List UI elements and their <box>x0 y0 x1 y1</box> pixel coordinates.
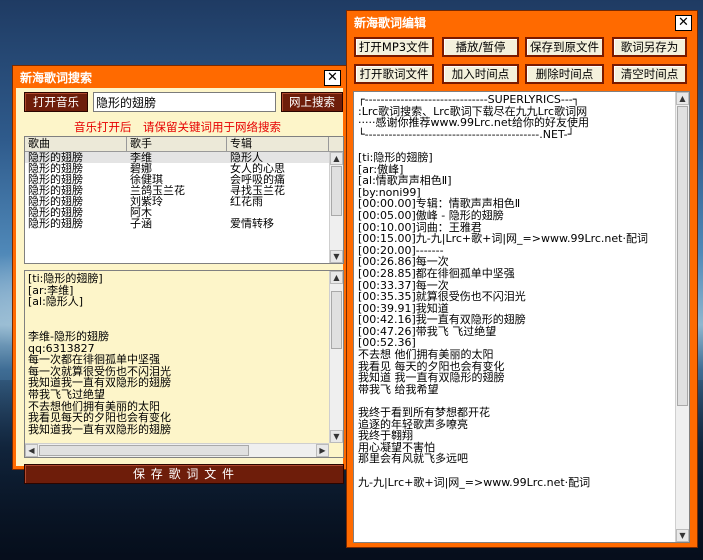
search-window-title: 新海歌词搜索 <box>20 71 93 85</box>
save-lyrics-button[interactable]: 保 存 歌 词 文 件 <box>24 464 344 484</box>
lyrics-editor-window: 新海歌词编辑 ✕ 打开MP3文件 播放/暂停 保存到原文件 歌词另存为 打开歌词… <box>346 10 698 548</box>
scroll-right-arrow-icon[interactable]: ▶ <box>316 444 329 457</box>
table-row[interactable]: 隐形的翅膀 李维 隐形人 <box>25 152 343 163</box>
column-header-artist[interactable]: 歌手 <box>127 137 227 151</box>
cell-song: 隐形的翅膀 <box>28 218 83 229</box>
cell-song: 隐形的翅膀 <box>28 174 83 185</box>
scroll-left-arrow-icon[interactable]: ◀ <box>25 444 38 457</box>
table-row[interactable]: 隐形的翅膀 徐健琪 会呼吸的痛 <box>25 174 343 185</box>
editor-window-titlebar: 新海歌词编辑 ✕ <box>350 14 694 33</box>
cell-song: 隐形的翅膀 <box>28 196 83 207</box>
table-vertical-scrollbar[interactable]: ▲ ▼ <box>329 152 343 263</box>
scroll-thumb[interactable] <box>677 106 688 406</box>
column-header-album[interactable]: 专辑 <box>227 137 329 151</box>
search-hint: 音乐打开后 请保留关键词用于网络搜索 <box>74 120 281 134</box>
cell-artist: 刘紫玲 <box>130 196 163 207</box>
table-row[interactable]: 隐形的翅膀 刘紫玲 红花雨 <box>25 196 343 207</box>
table-row[interactable]: 隐形的翅膀 阿木 <box>25 207 343 218</box>
cell-artist: 兰鸽玉兰花 <box>130 185 185 196</box>
open-lyrics-button[interactable]: 打开歌词文件 <box>354 64 434 84</box>
editor-vertical-scrollbar[interactable]: ▲ ▼ <box>675 92 689 542</box>
scroll-thumb[interactable] <box>331 291 342 349</box>
cell-song: 隐形的翅膀 <box>28 207 83 218</box>
save-to-original-button[interactable]: 保存到原文件 <box>525 37 604 57</box>
cell-artist: 李维 <box>130 152 152 163</box>
lyrics-search-window: 新海歌词搜索 ✕ 打开音乐 网上搜索 音乐打开后 请保留关键词用于网络搜索 歌曲… <box>12 65 347 484</box>
scroll-up-arrow-icon[interactable]: ▲ <box>676 92 689 105</box>
table-row[interactable]: 隐形的翅膀 兰鸽玉兰花 寻找玉兰花 <box>25 185 343 196</box>
cell-album <box>227 207 329 218</box>
delete-timestamp-button[interactable]: 删除时间点 <box>525 64 604 84</box>
cell-song: 隐形的翅膀 <box>28 163 83 174</box>
add-timestamp-button[interactable]: 加入时间点 <box>442 64 519 84</box>
preview-horizontal-scrollbar[interactable]: ◀ ▶ <box>25 443 329 457</box>
results-table: 歌曲 歌手 专辑 隐形的翅膀 李维 隐形人 隐形的翅膀 碧娜 女人的心思 隐形的翅膀 徐健琪会… <box>24 136 344 264</box>
table-row[interactable]: 隐形的翅膀 碧娜 女人的心思 <box>25 163 343 174</box>
search-window-body: 打开音乐 网上搜索 音乐打开后 请保留关键词用于网络搜索 歌曲 歌手 专辑 隐形… <box>16 88 344 484</box>
cell-song: 隐形的翅膀 <box>28 185 83 196</box>
scroll-down-arrow-icon[interactable]: ▼ <box>330 250 343 263</box>
scroll-up-arrow-icon[interactable]: ▲ <box>330 152 343 165</box>
lyrics-preview-text: [ti:隐形的翅膀] [ar:李维] [al:隐形人] 李维-隐形的翅膀 qq:… <box>28 272 171 436</box>
web-search-button[interactable]: 网上搜索 <box>281 92 343 112</box>
cell-album: 女人的心思 <box>230 163 285 174</box>
table-row[interactable]: 隐形的翅膀 子涵 爱情转移 <box>25 218 343 229</box>
editor-window-title: 新海歌词编辑 <box>354 16 427 30</box>
cell-artist: 徐健琪 <box>130 174 163 185</box>
scroll-thumb[interactable] <box>39 445 249 456</box>
cell-artist: 子涵 <box>130 218 152 229</box>
scroll-down-arrow-icon[interactable]: ▼ <box>330 430 343 443</box>
scroll-up-arrow-icon[interactable]: ▲ <box>330 271 343 284</box>
cell-album: 寻找玉兰花 <box>230 185 285 196</box>
table-body: 隐形的翅膀 李维 隐形人 隐形的翅膀 碧娜 女人的心思 隐形的翅膀 徐健琪 会呼吸的痛 隐形的翅膀… <box>25 152 343 229</box>
lyrics-editor[interactable]: ┌-------------------------------SUPERLYR… <box>353 91 690 543</box>
preview-vertical-scrollbar[interactable]: ▲ ▼ <box>329 271 343 443</box>
column-header-song[interactable]: 歌曲 <box>25 137 127 151</box>
clear-timestamps-button[interactable]: 清空时间点 <box>612 64 687 84</box>
lyrics-editor-text: ┌-------------------------------SUPERLYR… <box>358 93 648 489</box>
editor-window-body: 打开MP3文件 播放/暂停 保存到原文件 歌词另存为 打开歌词文件 加入时间点 … <box>350 33 694 544</box>
scroll-down-arrow-icon[interactable]: ▼ <box>676 529 689 542</box>
cell-album: 爱情转移 <box>230 218 274 229</box>
cell-artist: 阿木 <box>130 207 152 218</box>
cell-album: 会呼吸的痛 <box>230 174 285 185</box>
search-input[interactable] <box>93 92 276 112</box>
open-mp3-button[interactable]: 打开MP3文件 <box>354 37 434 57</box>
open-music-button[interactable]: 打开音乐 <box>24 92 88 112</box>
table-header: 歌曲 歌手 专辑 <box>25 137 343 152</box>
close-icon[interactable]: ✕ <box>675 15 692 31</box>
save-as-button[interactable]: 歌词另存为 <box>612 37 687 57</box>
cell-artist: 碧娜 <box>130 163 152 174</box>
play-pause-button[interactable]: 播放/暂停 <box>442 37 519 57</box>
lyrics-preview[interactable]: [ti:隐形的翅膀] [ar:李维] [al:隐形人] 李维-隐形的翅膀 qq:… <box>24 270 344 458</box>
cell-song: 隐形的翅膀 <box>28 152 83 163</box>
scroll-thumb[interactable] <box>331 166 342 216</box>
search-window-titlebar: 新海歌词搜索 ✕ <box>16 69 343 88</box>
close-icon[interactable]: ✕ <box>324 70 341 86</box>
cell-album: 红花雨 <box>230 196 263 207</box>
cell-album: 隐形人 <box>230 152 263 163</box>
